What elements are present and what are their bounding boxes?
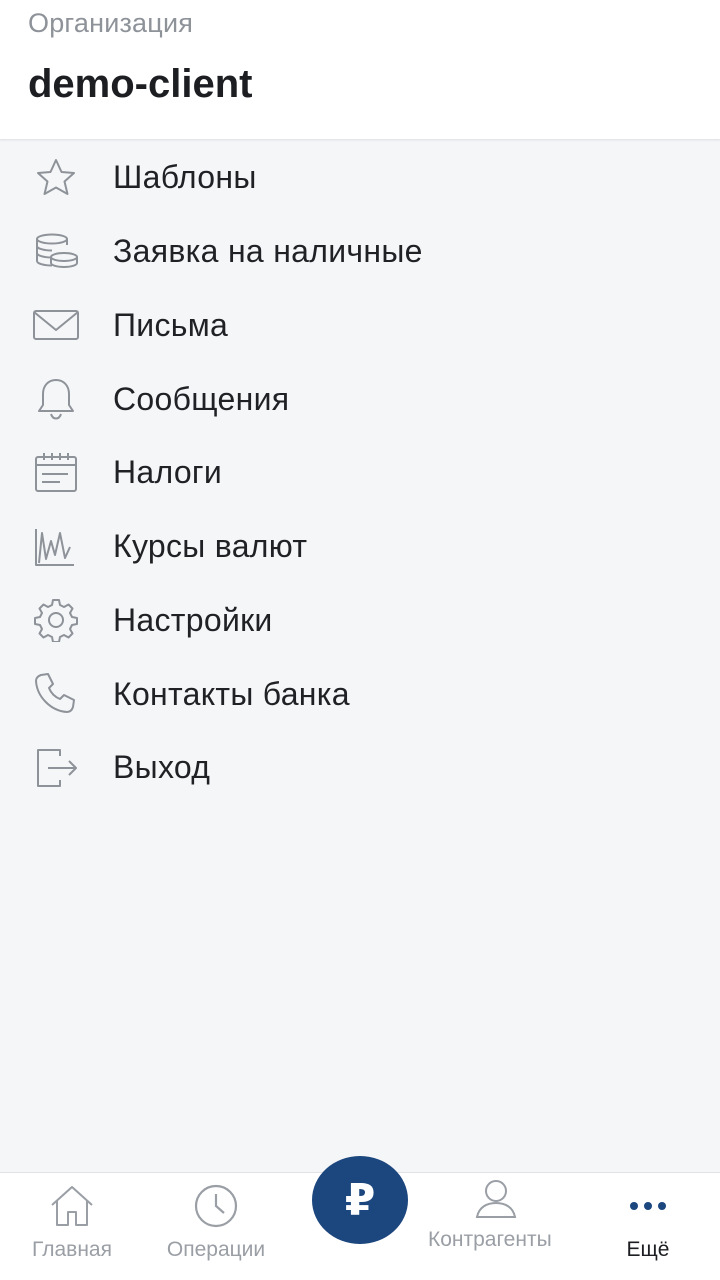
menu-item-label: Контакты банка	[113, 675, 350, 712]
menu-item-label: Письма	[113, 306, 229, 343]
person-icon	[472, 1177, 520, 1223]
organization-label: Организация	[28, 8, 194, 38]
envelope-icon	[31, 303, 81, 347]
clock-icon	[192, 1183, 240, 1229]
chart-icon	[31, 525, 81, 569]
tab-contractors-label: Контрагенты	[428, 1228, 552, 1251]
tab-more[interactable]: Ещё	[606, 1173, 690, 1280]
menu-item-settings[interactable]: Настройки	[0, 584, 720, 658]
bell-icon	[31, 377, 81, 421]
menu-item-templates[interactable]: Шаблоны	[0, 141, 720, 215]
tab-home[interactable]: Главная	[20, 1173, 124, 1280]
house-icon	[48, 1183, 96, 1229]
ellipsis-icon	[624, 1183, 672, 1229]
menu-item-logout[interactable]: Выход	[0, 731, 720, 805]
menu-item-label: Настройки	[113, 601, 273, 638]
phone-icon	[31, 672, 81, 716]
tab-contractors[interactable]: Контрагенты	[428, 1173, 564, 1280]
menu-item-label: Налоги	[113, 454, 223, 491]
menu-item-bank-contacts[interactable]: Контакты банка	[0, 657, 720, 731]
menu-item-label: Сообщения	[113, 380, 290, 417]
menu-item-messages[interactable]: Сообщения	[0, 362, 720, 436]
tab-operations[interactable]: Операции	[155, 1173, 277, 1280]
more-menu: Шаблоны Заявка на наличные Письма Сообще…	[0, 141, 720, 805]
star-icon	[31, 156, 81, 200]
tab-home-label: Главная	[32, 1238, 112, 1261]
menu-item-taxes[interactable]: Налоги	[0, 436, 720, 510]
gear-icon	[31, 598, 81, 643]
menu-item-letters[interactable]: Письма	[0, 289, 720, 363]
menu-item-exchange-rates[interactable]: Курсы валют	[0, 510, 720, 584]
organization-header[interactable]: Организация demo-client	[0, 0, 720, 140]
menu-item-label: Заявка на наличные	[113, 233, 423, 270]
logout-icon	[31, 746, 81, 790]
tab-operations-label: Операции	[166, 1238, 266, 1261]
payment-button[interactable]: ₽	[312, 1156, 408, 1244]
ruble-icon: ₽	[344, 1174, 376, 1226]
menu-item-label: Выход	[113, 749, 211, 786]
menu-item-label: Шаблоны	[113, 159, 257, 196]
coins-icon	[31, 230, 81, 274]
menu-item-cash-request[interactable]: Заявка на наличные	[0, 215, 720, 289]
calendar-icon	[31, 451, 81, 495]
tab-more-label: Ещё	[626, 1238, 670, 1261]
app-screen: Организация demo-client Шаблоны Заявка н…	[0, 0, 720, 1280]
menu-item-label: Курсы валют	[113, 528, 308, 565]
organization-name[interactable]: demo-client	[28, 62, 252, 107]
